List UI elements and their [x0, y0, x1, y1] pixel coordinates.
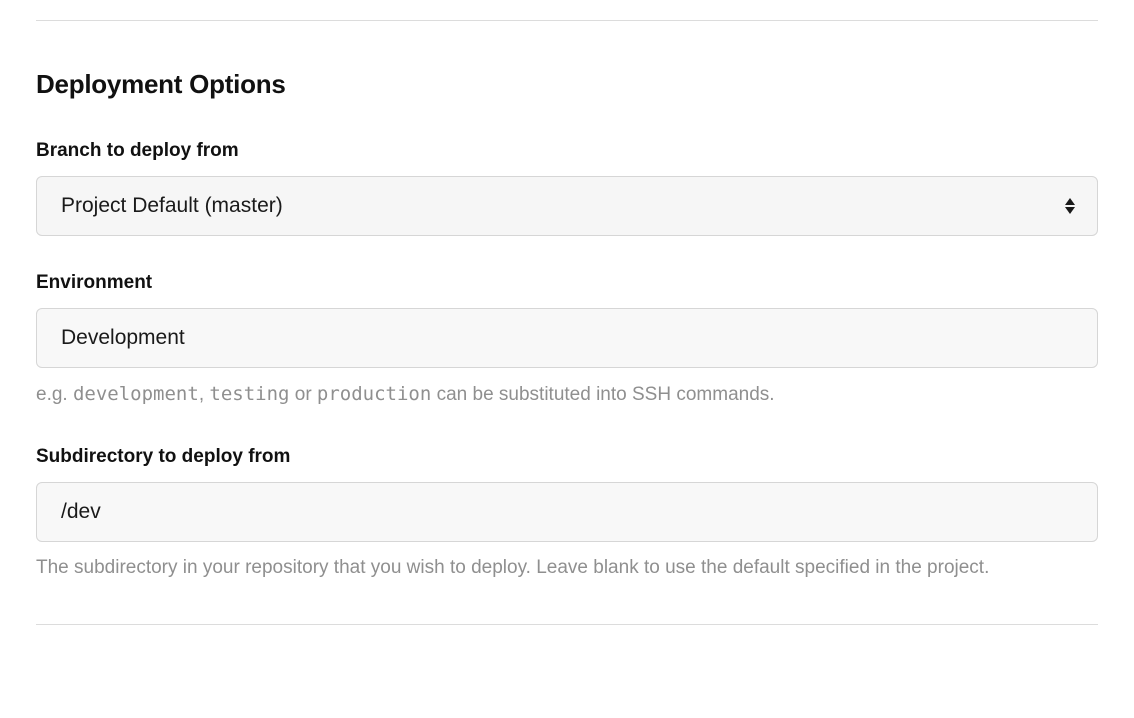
subdirectory-label: Subdirectory to deploy from [36, 446, 1098, 468]
help-sep2: or [289, 384, 316, 405]
top-divider [36, 20, 1098, 21]
branch-label: Branch to deploy from [36, 140, 1098, 162]
help-code-development: development [73, 383, 199, 405]
branch-select-wrapper: Project Default (master) [36, 176, 1098, 236]
help-sep1: , [199, 384, 210, 405]
section-title: Deployment Options [36, 69, 1098, 100]
bottom-divider [36, 624, 1098, 625]
branch-select[interactable]: Project Default (master) [36, 176, 1098, 236]
subdirectory-help-text: The subdirectory in your repository that… [36, 554, 1098, 583]
help-code-production: production [317, 383, 431, 405]
subdirectory-input[interactable] [36, 482, 1098, 542]
environment-field-group: Environment e.g. development, testing or… [36, 272, 1098, 410]
subdirectory-field-group: Subdirectory to deploy from The subdirec… [36, 446, 1098, 583]
environment-help-text: e.g. development, testing or production … [36, 380, 1098, 410]
branch-field-group: Branch to deploy from Project Default (m… [36, 140, 1098, 236]
environment-input[interactable] [36, 308, 1098, 368]
help-code-testing: testing [209, 383, 289, 405]
help-text-suffix: can be substituted into SSH commands. [431, 384, 774, 405]
environment-label: Environment [36, 272, 1098, 294]
help-text-prefix: e.g. [36, 384, 73, 405]
